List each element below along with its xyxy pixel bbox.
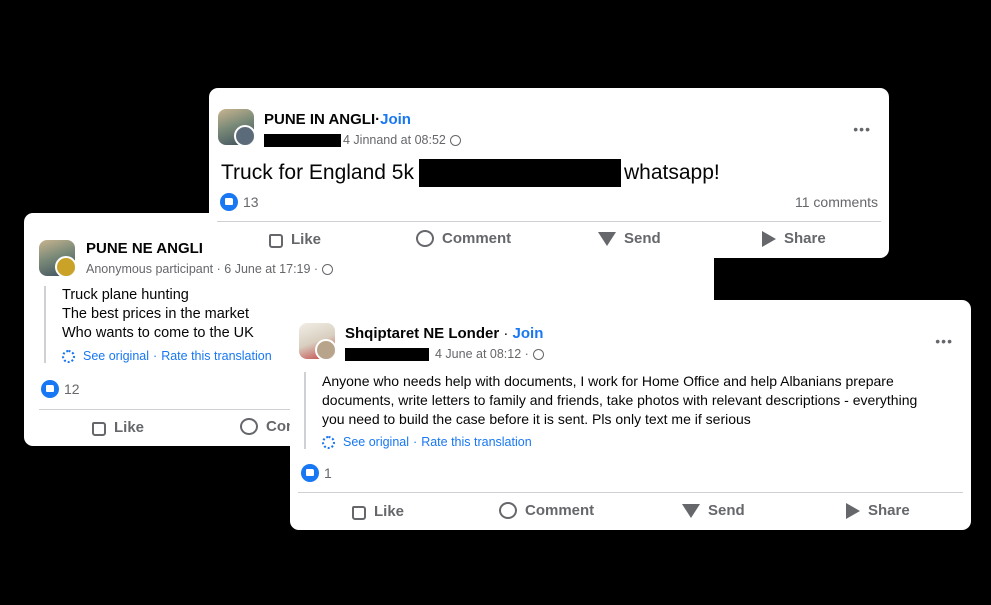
group-avatar[interactable] bbox=[299, 323, 335, 359]
comment-icon bbox=[240, 418, 258, 435]
post-date[interactable]: 4 Jinnand at 08:52 bbox=[343, 133, 446, 147]
send-icon bbox=[598, 231, 616, 246]
comment-icon bbox=[499, 502, 517, 519]
group-name[interactable]: PUNE NE ANGLI bbox=[86, 240, 203, 257]
post-meta: 4 Jinnand at 08:52 bbox=[264, 133, 461, 147]
like-button[interactable]: Like bbox=[269, 230, 321, 248]
gear-icon bbox=[62, 349, 75, 363]
post-date[interactable]: 6 June at 17:19 bbox=[224, 262, 310, 276]
send-button[interactable]: Send bbox=[682, 502, 745, 519]
see-original-link[interactable]: See original bbox=[83, 349, 149, 363]
like-reaction-icon bbox=[301, 464, 319, 482]
comment-button[interactable]: Comment bbox=[416, 230, 511, 247]
divider bbox=[217, 221, 881, 222]
post-card-top: PUNE IN ANGLI·Join 4 Jinnand at 08:52 ••… bbox=[209, 88, 889, 258]
see-original-link[interactable]: See original bbox=[343, 435, 409, 449]
rate-translation-link[interactable]: Rate this translation bbox=[161, 349, 271, 363]
group-name: PUNE IN ANGLI·Join bbox=[264, 111, 411, 128]
post-meta: Anonymous participant · 6 June at 17:19 … bbox=[86, 262, 334, 276]
redacted-author bbox=[264, 133, 341, 147]
author-label: Anonymous participant bbox=[86, 262, 214, 276]
like-button[interactable]: Like bbox=[92, 418, 144, 436]
post-meta: 4 June at 08:12 · bbox=[345, 347, 544, 361]
thumbs-up-icon bbox=[269, 234, 283, 248]
share-button[interactable]: Share bbox=[762, 230, 826, 247]
reaction-count[interactable]: 13 bbox=[220, 193, 259, 211]
translated-text: Truck plane hunting The best prices in t… bbox=[44, 286, 272, 363]
send-icon bbox=[682, 503, 700, 518]
group-name: Shqiptaret NE Londer · Join bbox=[345, 325, 544, 342]
share-button[interactable]: Share bbox=[846, 502, 910, 519]
post-card-right: Shqiptaret NE Londer · Join 4 June at 08… bbox=[290, 300, 971, 530]
like-reaction-icon bbox=[41, 380, 59, 398]
more-options-icon[interactable]: ••• bbox=[935, 334, 953, 348]
translation-links: See original · Rate this translation bbox=[322, 435, 932, 449]
comment-icon bbox=[416, 230, 434, 247]
thumbs-up-icon bbox=[92, 422, 106, 436]
post-text-line: Who wants to come to the UK bbox=[62, 325, 254, 341]
divider bbox=[298, 492, 963, 493]
like-reaction-icon bbox=[220, 193, 238, 211]
join-link[interactable]: Join bbox=[513, 325, 544, 342]
redacted-phone bbox=[418, 159, 621, 187]
comment-button[interactable]: Comment bbox=[499, 502, 594, 519]
globe-icon bbox=[532, 348, 544, 360]
thumbs-up-icon bbox=[352, 506, 366, 520]
group-avatar[interactable] bbox=[39, 240, 75, 276]
post-text-line: The best prices in the market bbox=[62, 306, 249, 322]
post-text: Anyone who needs help with documents, I … bbox=[322, 373, 918, 427]
group-avatar[interactable] bbox=[218, 109, 254, 145]
join-link[interactable]: Join bbox=[380, 111, 411, 128]
post-date[interactable]: 4 June at 08:12 bbox=[435, 347, 521, 361]
share-icon bbox=[846, 502, 860, 519]
member-avatar-icon bbox=[234, 125, 254, 145]
member-avatar-icon bbox=[315, 339, 335, 359]
anonymous-badge-icon bbox=[55, 256, 75, 276]
gear-icon bbox=[322, 435, 335, 449]
share-icon bbox=[762, 230, 776, 247]
reaction-count[interactable]: 1 bbox=[301, 464, 332, 482]
comments-count[interactable]: 11 comments bbox=[795, 194, 878, 210]
globe-icon bbox=[322, 263, 334, 275]
redacted-author bbox=[345, 347, 429, 361]
like-button[interactable]: Like bbox=[352, 502, 404, 520]
post-text-line: Truck plane hunting bbox=[62, 287, 189, 303]
translation-links: See original · Rate this translation bbox=[62, 349, 272, 363]
globe-icon bbox=[449, 134, 461, 146]
rate-translation-link[interactable]: Rate this translation bbox=[421, 435, 531, 449]
comment-button[interactable]: Con bbox=[240, 418, 295, 435]
post-text: Truck for England 5k whatsapp! bbox=[221, 159, 720, 187]
more-options-icon[interactable]: ••• bbox=[853, 122, 871, 136]
translated-text: Anyone who needs help with documents, I … bbox=[304, 372, 932, 449]
send-button[interactable]: Send bbox=[598, 230, 661, 247]
reaction-count[interactable]: 12 bbox=[41, 380, 80, 398]
